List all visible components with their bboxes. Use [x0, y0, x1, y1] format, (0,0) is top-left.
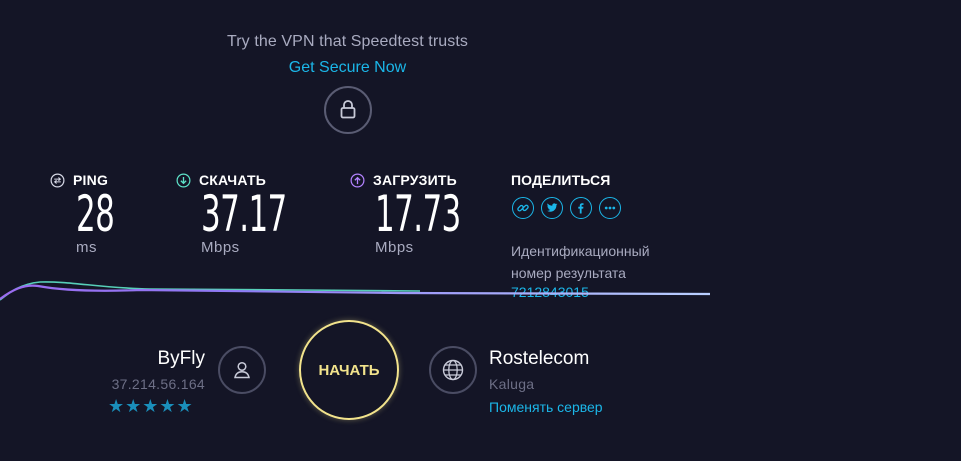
isp-ip-address: 37.214.56.164: [111, 376, 205, 392]
upload-arrow-icon: [350, 173, 365, 187]
lock-icon: [340, 100, 356, 119]
share-more-button[interactable]: [599, 197, 621, 219]
isp-rating-stars[interactable]: ★★★★★: [108, 396, 194, 417]
share-header: ПОДЕЛИТЬСЯ: [511, 172, 611, 188]
download-arrow-icon: [176, 173, 191, 187]
facebook-icon: [578, 203, 584, 214]
upload-unit: Mbps: [375, 239, 414, 256]
ping-unit: ms: [76, 239, 97, 256]
more-icon: [604, 206, 616, 210]
upload-graph-line: [0, 284, 711, 300]
vpn-promo-text: Try the VPN that Speedtest trusts: [226, 33, 469, 50]
globe-icon: [442, 359, 464, 381]
upload-value: 17.73: [375, 185, 461, 243]
download-value: 37.17: [201, 185, 287, 243]
link-icon: [517, 204, 529, 212]
ping-value: 28: [76, 185, 115, 243]
user-icon: [234, 361, 250, 379]
share-twitter-button[interactable]: [541, 197, 563, 219]
share-link-button[interactable]: [512, 197, 534, 219]
vpn-lock-button[interactable]: [324, 86, 372, 134]
change-server-link[interactable]: Поменять сервер: [489, 399, 603, 415]
share-facebook-button[interactable]: [570, 197, 592, 219]
server-city: Kaluga: [489, 376, 535, 392]
isp-name: ByFly: [157, 348, 206, 369]
server-globe-button[interactable]: [429, 346, 477, 394]
speed-graph: [0, 281, 711, 301]
server-name: Rostelecom: [489, 348, 590, 369]
ping-icon: [50, 173, 65, 187]
start-label: НАЧАТЬ: [318, 361, 380, 379]
user-button[interactable]: [218, 346, 266, 394]
twitter-icon: [546, 203, 558, 212]
get-secure-now-link[interactable]: Get Secure Now: [160, 59, 535, 77]
download-unit: Mbps: [201, 239, 240, 256]
start-test-button[interactable]: НАЧАТЬ: [299, 320, 399, 420]
